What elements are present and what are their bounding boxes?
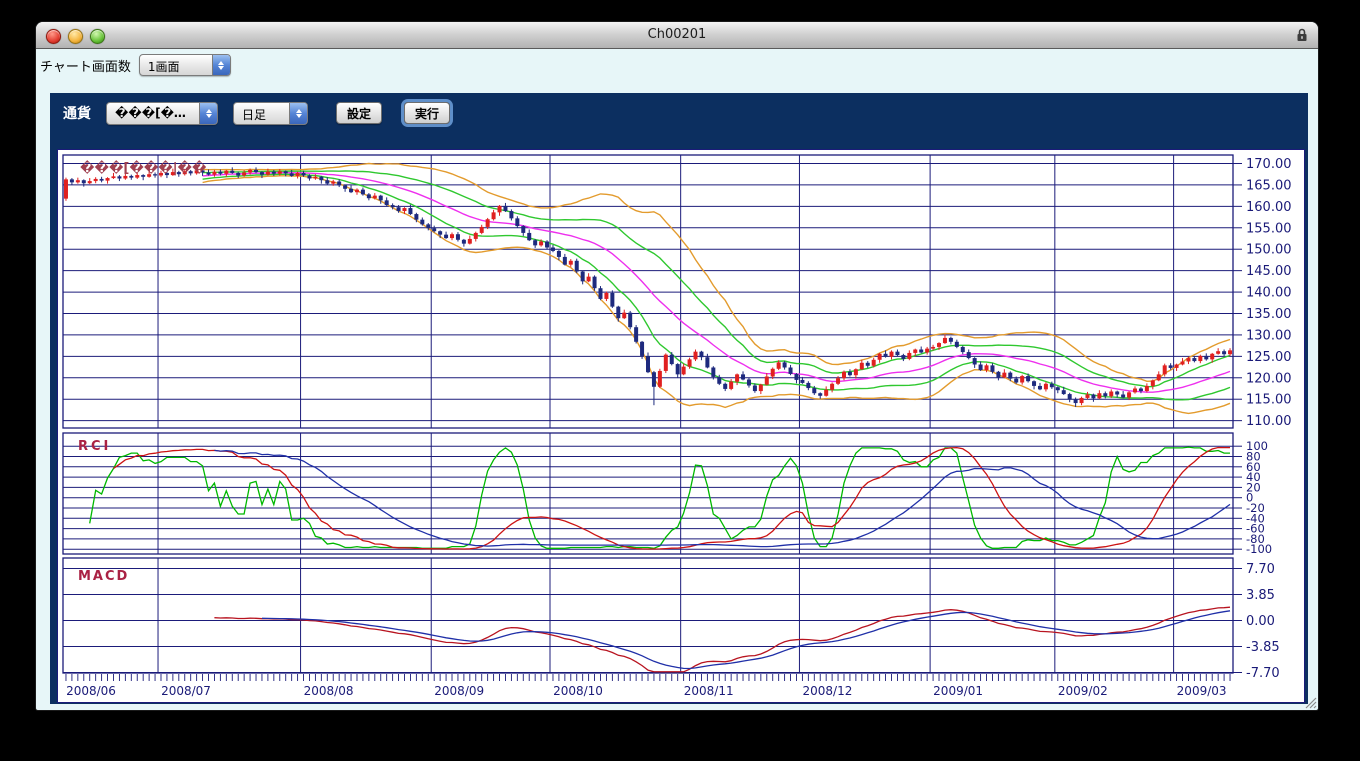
svg-text:-3.85: -3.85 — [1246, 640, 1280, 655]
chart-panel-container: 通貨 ���[�… 日足 設定 実行 170.00 165.00 160.00 155… — [50, 93, 1308, 704]
svg-text:155.00: 155.00 — [1246, 221, 1292, 236]
screen-count-row: チャート画面数 1画面 — [40, 53, 231, 77]
svg-text:-7.70: -7.70 — [1246, 666, 1280, 681]
run-button[interactable]: 実行 — [404, 102, 451, 124]
svg-text:110.00: 110.00 — [1246, 414, 1292, 429]
settings-button[interactable]: 設定 — [336, 102, 383, 124]
svg-text:2009/03: 2009/03 — [1177, 684, 1227, 698]
svg-text:140.00: 140.00 — [1246, 286, 1292, 301]
svg-text:120.00: 120.00 — [1246, 371, 1292, 386]
popup-arrows-icon — [211, 55, 230, 75]
svg-text:2008/06: 2008/06 — [66, 684, 116, 698]
app-window: Ch00201 チャート画面数 1画面 通貨 ���[�… 日足 設定 実行 1… — [36, 22, 1318, 710]
chart-canvas: 170.00 165.00 160.00 155.00 150.00 145.00 140.… — [62, 154, 1292, 698]
svg-text:2008/09: 2008/09 — [434, 684, 484, 698]
popup-arrows-icon — [199, 102, 217, 124]
svg-text:2008/12: 2008/12 — [803, 684, 853, 698]
svg-text:2008/10: 2008/10 — [553, 684, 603, 698]
title-bar[interactable]: Ch00201 — [36, 22, 1318, 49]
svg-text:145.00: 145.00 — [1246, 264, 1292, 279]
candlesticks — [63, 167, 1233, 407]
macd-label: MACD — [78, 569, 129, 584]
svg-text:7.70: 7.70 — [1246, 562, 1275, 577]
svg-text:170.00: 170.00 — [1246, 157, 1292, 172]
currency-label: 通貨 — [63, 106, 91, 122]
screen-count-value: 1画面 — [147, 60, 180, 74]
svg-text:115.00: 115.00 — [1246, 393, 1292, 408]
window-title: Ch00201 — [647, 27, 707, 42]
timeframe-value: 日足 — [242, 107, 267, 122]
svg-text:125.00: 125.00 — [1246, 350, 1292, 365]
popup-arrows-icon — [289, 102, 307, 124]
currency-pair-value: ���[�… — [115, 105, 186, 120]
svg-text:165.00: 165.00 — [1246, 178, 1292, 193]
screen-count-label: チャート画面数 — [40, 59, 131, 75]
svg-text:2009/02: 2009/02 — [1058, 684, 1108, 698]
timeframe-select[interactable]: 日足 — [233, 101, 308, 125]
screen-count-select[interactable]: 1画面 — [138, 54, 231, 76]
rci-label: RCI — [78, 439, 111, 454]
svg-text:3.85: 3.85 — [1246, 588, 1275, 603]
svg-text:130.00: 130.00 — [1246, 328, 1292, 343]
resize-grip[interactable] — [1303, 695, 1317, 709]
chart-area: 170.00 165.00 160.00 155.00 150.00 145.00 140.… — [57, 149, 1305, 703]
svg-text:135.00: 135.00 — [1246, 307, 1292, 322]
svg-text:2008/11: 2008/11 — [684, 684, 734, 698]
svg-text:2008/08: 2008/08 — [304, 684, 354, 698]
pair-overlay-label: ���[���|�� — [80, 160, 207, 176]
chart-toolbar: 通貨 ���[�… 日足 設定 実行 — [50, 93, 1308, 133]
svg-text:0.00: 0.00 — [1246, 614, 1275, 629]
svg-text:160.00: 160.00 — [1246, 200, 1292, 215]
svg-text:150.00: 150.00 — [1246, 243, 1292, 258]
svg-text:2008/07: 2008/07 — [161, 684, 211, 698]
lock-icon — [1297, 28, 1307, 41]
svg-text:-100: -100 — [1246, 542, 1272, 556]
svg-text:2009/01: 2009/01 — [933, 684, 983, 698]
currency-pair-select[interactable]: ���[�… — [106, 101, 218, 125]
gridlines — [63, 155, 1233, 673]
